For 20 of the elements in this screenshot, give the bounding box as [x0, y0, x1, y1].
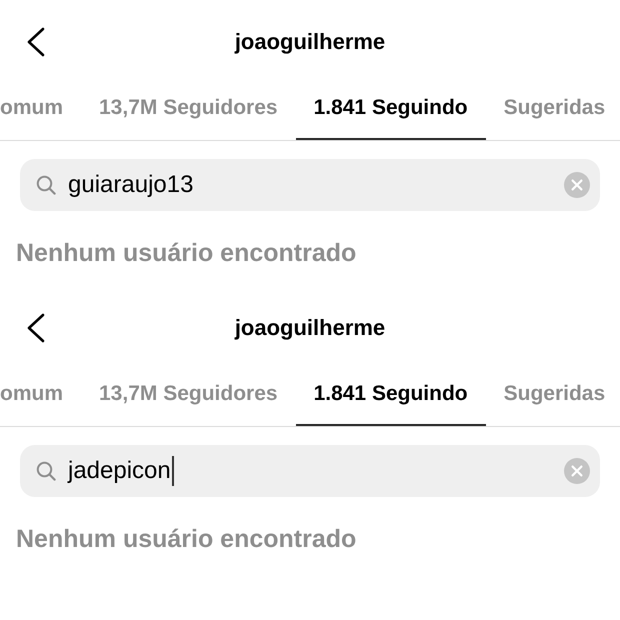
back-chevron-icon[interactable] [26, 27, 46, 57]
search-icon [36, 175, 56, 195]
search-query: jadepicon [68, 456, 174, 486]
search-query: guiaraujo13 [68, 170, 194, 200]
search-field[interactable]: guiaraujo13 [20, 159, 600, 211]
back-chevron-icon[interactable] [26, 313, 46, 343]
profile-username: joaoguilherme [234, 315, 386, 341]
no-results-message: Nenhum usuário encontrado [16, 238, 356, 268]
no-results-message: Nenhum usuário encontrado [16, 524, 356, 554]
tab[interactable]: Sugeridas [486, 370, 606, 426]
tab[interactable]: 13,7M Seguidores [81, 370, 296, 426]
tab[interactable]: 1.841 Seguindo [296, 370, 486, 426]
search-icon [36, 461, 56, 481]
tab[interactable]: 1.841 Seguindo [296, 84, 486, 140]
tab[interactable]: omum [0, 84, 81, 140]
tab[interactable]: Sugeridas [486, 84, 606, 140]
tab[interactable]: omum [0, 370, 81, 426]
profile-username: joaoguilherme [234, 29, 386, 55]
tab[interactable]: 13,7M Seguidores [81, 84, 296, 140]
search-field[interactable]: jadepicon [20, 445, 600, 497]
